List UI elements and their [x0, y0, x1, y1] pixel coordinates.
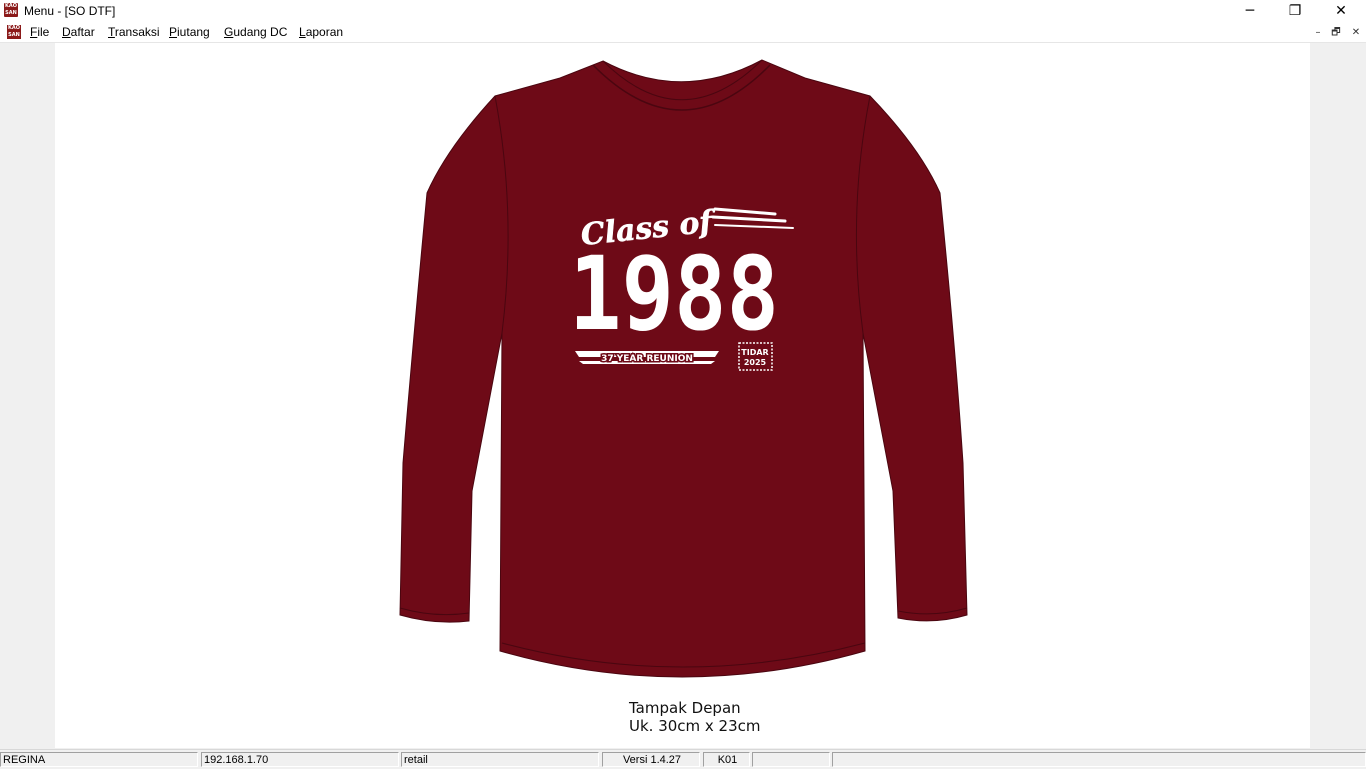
caption-view-label: Tampak Depan	[629, 699, 741, 717]
menu-file[interactable]: File	[30, 25, 49, 39]
mdi-restore-button[interactable]: 🗗	[1329, 26, 1343, 40]
app-logo-icon[interactable]: KAO SAN	[4, 3, 18, 17]
caption-size-label: Uk. 30cm x 23cm	[629, 717, 761, 735]
status-bar: REGINA 192.168.1.70 retail Versi 1.4.27 …	[0, 749, 1366, 769]
status-extra-1	[752, 752, 830, 767]
close-button[interactable]: ✕	[1318, 0, 1364, 22]
design-preview-area: Class of 1988 37 YEAR REUNION TIDAR 2025…	[55, 43, 1310, 748]
year-text: 1988	[569, 235, 779, 354]
menu-piutang[interactable]: Piutang	[169, 25, 210, 39]
mdi-close-button[interactable]: ✕	[1349, 26, 1363, 40]
menu-transaksi[interactable]: Transaksi	[108, 25, 160, 39]
restore-button[interactable]: ❐	[1272, 0, 1318, 22]
menu-daftar[interactable]: Daftar	[62, 25, 95, 39]
tshirt-mockup-image: Class of 1988 37 YEAR REUNION TIDAR 2025	[399, 59, 968, 678]
window-title: Menu - [SO DTF]	[24, 4, 116, 18]
menu-laporan[interactable]: Laporan	[299, 25, 343, 39]
status-mode: retail	[401, 752, 599, 767]
reunion-banner-text: 37 YEAR REUNION	[601, 354, 693, 364]
design-caption: Tampak Depan Uk. 30cm x 23cm	[629, 699, 761, 735]
badge-line-2: 2025	[744, 358, 767, 367]
minimize-button[interactable]: ─	[1227, 0, 1273, 22]
status-code: K01	[703, 752, 750, 767]
status-extra-2	[832, 752, 1366, 767]
status-ip: 192.168.1.70	[201, 752, 399, 767]
menu-gudang-dc[interactable]: Gudang DC	[224, 25, 287, 39]
title-bar: KAO SAN Menu - [SO DTF] ─ ❐ ✕	[0, 0, 1366, 22]
mdi-child-icon[interactable]: KAO SAN	[7, 25, 21, 39]
menu-bar: KAO SAN File Daftar Transaksi Piutang Gud…	[0, 22, 1366, 43]
badge-line-1: TIDAR	[741, 348, 768, 357]
status-version: Versi 1.4.27	[602, 752, 700, 767]
status-user: REGINA	[0, 752, 198, 767]
mdi-minimize-button[interactable]: –	[1311, 26, 1325, 40]
